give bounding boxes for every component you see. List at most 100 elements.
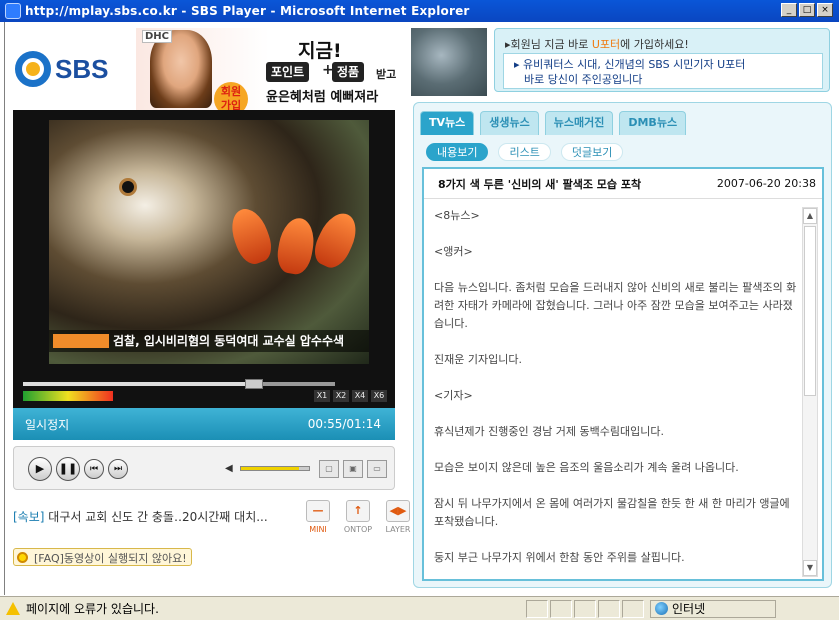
ad-join-badge: 회원 가입 — [214, 82, 248, 112]
status-pane — [550, 599, 572, 618]
faq-link[interactable]: [FAQ]동영상이 실행되지 않아요! — [13, 548, 192, 566]
article-paragraph: <앵커> — [434, 245, 473, 258]
player-time: 00:55/01:14 — [307, 417, 381, 431]
news-panel: TV뉴스 생생뉴스 뉴스매거진 DMB뉴스 내용보기 리스트 덧글보기 8가지 … — [413, 102, 832, 588]
subtab-content[interactable]: 내용보기 — [426, 143, 489, 161]
tab-dmb-news[interactable]: DMB뉴스 — [619, 111, 687, 135]
article-scrollbar[interactable]: ▲ ▼ — [802, 207, 818, 577]
article-paragraph: 진재운 기자입니다. — [434, 353, 522, 366]
page-content: SBS DHC 지금! 회원 가입 포인트 + 정품 받고 윤은혜처럼 예뻐져라… — [4, 22, 835, 595]
promo-line2: ▸ 유비쿼터스 시대, 신개념의 SBS 시민기자 U포터 — [514, 58, 746, 71]
video-frame-bird — [119, 178, 137, 196]
minimize-button[interactable]: _ — [781, 3, 797, 17]
player-state: 일시정지 — [25, 417, 70, 432]
ontop-button[interactable]: ↑ ONTOP — [343, 500, 373, 534]
mini-button[interactable]: — MINI — [303, 500, 333, 534]
subtab-list[interactable]: 리스트 — [498, 143, 551, 161]
ad-pill-product: 정품 — [332, 62, 365, 82]
layer-button[interactable]: ◀▶ LAYER — [383, 500, 413, 534]
play-icon: ▶ — [35, 462, 45, 475]
maximize-button[interactable]: □ — [799, 3, 815, 17]
window-titlebar: http://mplay.sbs.co.kr - SBS Player - Mi… — [0, 0, 839, 22]
seek-fill — [23, 382, 254, 386]
video-frame-chick-beak — [274, 215, 318, 277]
ad-brand: DHC — [142, 30, 173, 43]
promo-highlight: U포터 — [591, 38, 621, 51]
medium-screen-icon: ▣ — [349, 464, 357, 473]
ontop-label: ONTOP — [343, 525, 373, 534]
ticker-tag: [속보] — [13, 510, 45, 524]
status-pane — [598, 599, 620, 618]
article-paragraph: <8뉴스> — [434, 209, 480, 222]
ad-banner[interactable]: DHC 지금! 회원 가입 포인트 + 정품 받고 윤은혜처럼 예뻐져라 — [136, 28, 402, 112]
speed-x2-button[interactable]: X2 — [333, 390, 349, 402]
speed-x6-button[interactable]: X6 — [371, 390, 387, 402]
subtab-comments[interactable]: 덧글보기 — [560, 143, 624, 161]
article-date: 2007-06-20 20:38 — [716, 177, 816, 190]
speed-x1-button[interactable]: X1 — [314, 390, 330, 402]
status-message: 페이지에 오류가 있습니다. — [26, 602, 159, 616]
previous-icon: ⏮ — [89, 464, 99, 474]
speaker-icon[interactable]: ◀ — [225, 463, 235, 474]
article-paragraph: 다음 뉴스입니다. 좀처럼 모습을 드러내지 않아 신비의 새로 불리는 팔색조… — [434, 281, 797, 330]
article-paragraph: 둥지 부근 나무가지 위에서 한참 동안 주위를 살핍니다. — [434, 551, 685, 564]
screen-size-medium-button[interactable]: ▣ — [343, 460, 363, 478]
scroll-up-icon[interactable]: ▲ — [803, 208, 817, 224]
volume-fill — [241, 467, 299, 470]
video-frame-chick-beak — [308, 207, 364, 273]
mini-label: MINI — [309, 525, 327, 534]
status-pane — [526, 599, 548, 618]
volume-slider[interactable] — [240, 466, 310, 471]
status-pane — [622, 599, 644, 618]
fullscreen-button[interactable]: ▭ — [367, 460, 387, 478]
internet-zone-icon — [655, 602, 668, 615]
fullscreen-icon: ▭ — [373, 464, 381, 473]
player-controls: ▶ ❚❚ ⏮ ⏭ ◀ ▢ ▣ ▭ — [13, 446, 395, 490]
article-paragraph: 잠시 뒤 나무가지에서 온 몸에 여러가지 물감칠을 한듯 한 새 한 마리가 … — [434, 497, 790, 528]
tab-live-news[interactable]: 생생뉴스 — [480, 111, 539, 135]
sbs-logo[interactable]: SBS — [9, 30, 131, 108]
pause-button[interactable]: ❚❚ — [56, 457, 80, 481]
uporter-promo[interactable]: ▸회원님 지금 바로 U포터에 가입하세요! ▸ 유비쿼터스 시대, 신개념의 … — [494, 28, 830, 92]
sbs-logo-text: SBS — [55, 53, 109, 84]
warning-icon[interactable] — [6, 602, 20, 615]
seek-handle[interactable] — [244, 379, 263, 389]
play-button[interactable]: ▶ — [28, 457, 52, 481]
previous-button[interactable]: ⏮ — [84, 459, 104, 479]
promo-line1-prefix: ▸회원님 지금 바로 — [505, 38, 592, 51]
seek-bar[interactable] — [23, 379, 335, 389]
faq-bullet-icon — [17, 552, 28, 563]
article-paragraph: <기자> — [434, 389, 473, 402]
caption-logo — [53, 334, 109, 348]
zone-label: 인터넷 — [672, 602, 706, 616]
close-button[interactable]: × — [817, 3, 833, 17]
promo-line1: ▸회원님 지금 바로 U포터에 가입하세요! — [505, 36, 689, 52]
promo-thumbnail[interactable] — [411, 28, 487, 96]
video-frame-chick-beak — [225, 203, 277, 269]
ad-headline: 지금! — [298, 40, 342, 62]
security-zone[interactable]: 인터넷 — [650, 599, 777, 618]
ad-pill-point: 포인트 — [266, 62, 310, 82]
status-panes — [526, 599, 644, 618]
scroll-thumb[interactable] — [804, 226, 816, 396]
next-icon: ⏭ — [113, 464, 123, 474]
article-paragraph: 모습은 보이지 않은데 높은 음조의 울음소리가 계속 울려 나옵니다. — [434, 461, 739, 474]
screen-size-small-button[interactable]: ▢ — [319, 460, 339, 478]
breaking-news-ticker[interactable]: [속보] 대구서 교회 신도 간 충돌‥20시간째 대치... — [13, 508, 297, 525]
sbs-logo-icon — [15, 51, 51, 87]
buffer-meter — [23, 391, 113, 401]
faq-text: [FAQ]동영상이 실행되지 않아요! — [34, 552, 187, 565]
speed-x4-button[interactable]: X4 — [352, 390, 368, 402]
scroll-down-icon[interactable]: ▼ — [803, 560, 817, 576]
browser-status-bar: 페이지에 오류가 있습니다. 인터넷 — [0, 596, 839, 620]
article-header: 8가지 색 두른 '신비의 새' 팔색조 모습 포착 2007-06-20 20… — [424, 169, 822, 199]
pause-icon: ❚❚ — [58, 462, 78, 475]
video-caption: 검찰, 입시비리혐의 동덕여대 교수실 압수수색 — [49, 330, 369, 352]
video-screen[interactable]: 검찰, 입시비리혐의 동덕여대 교수실 압수수색 — [49, 120, 369, 364]
next-button[interactable]: ⏭ — [108, 459, 128, 479]
ontop-icon: ↑ — [346, 500, 370, 522]
tab-tv-news[interactable]: TV뉴스 — [420, 111, 475, 135]
tab-news-magazine[interactable]: 뉴스매거진 — [544, 111, 614, 135]
promo-box: ▸ 유비쿼터스 시대, 신개념의 SBS 시민기자 U포터 바로 당신이 주인공… — [503, 53, 823, 89]
promo-line3: 바로 당신이 주인공입니다 — [524, 73, 643, 86]
